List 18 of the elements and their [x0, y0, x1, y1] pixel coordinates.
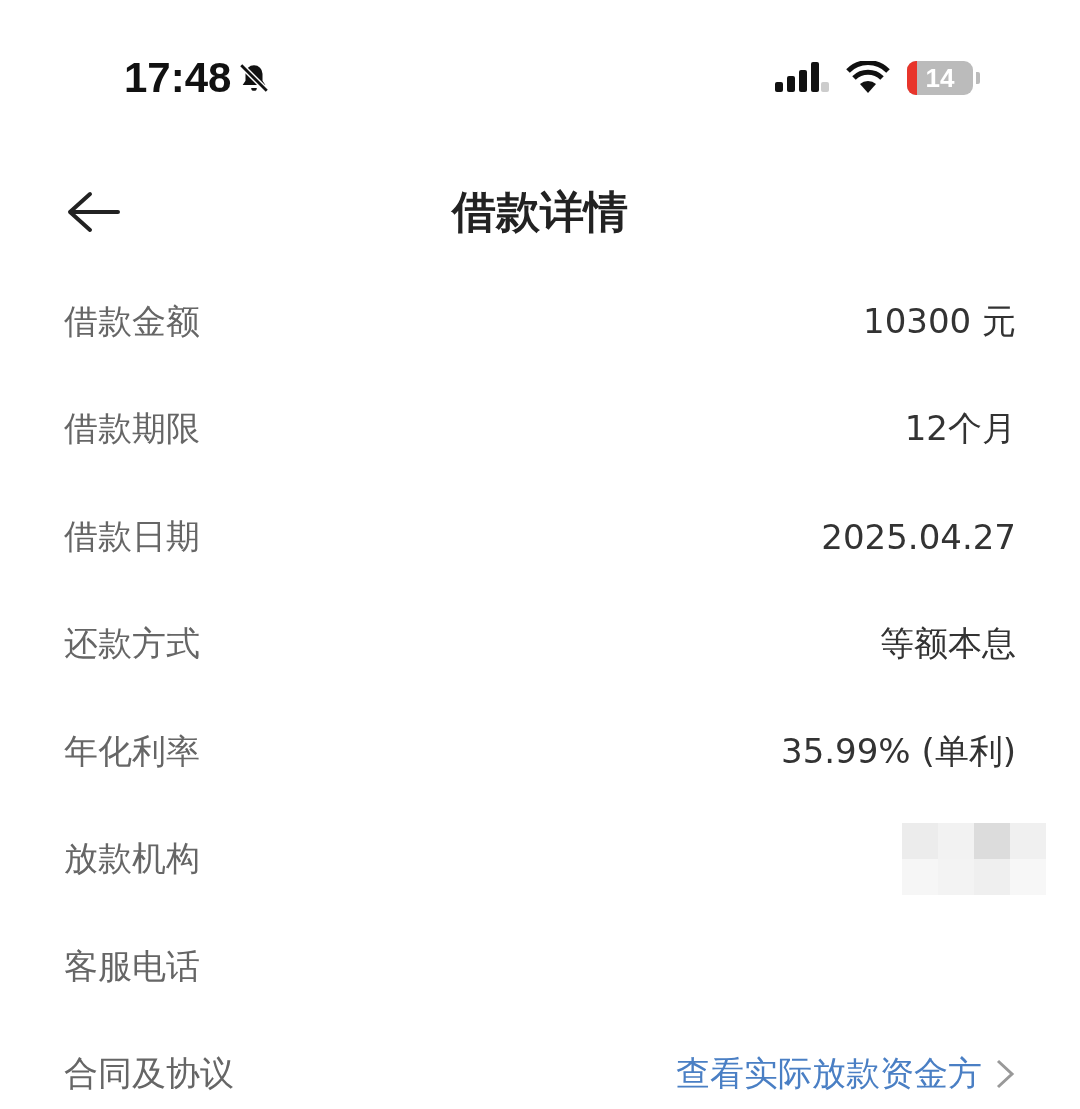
field-label: 还款方式: [64, 622, 200, 666]
funder-link[interactable]: 查看实际放款资金方: [676, 1051, 1016, 1098]
field-value: 35.99% (单利): [781, 729, 1016, 773]
field-value: 等额本息: [880, 622, 1016, 666]
field-label: 借款期限: [64, 407, 200, 451]
field-label: 借款日期: [64, 514, 200, 558]
field-label: 放款机构: [64, 837, 200, 881]
field-label: 合同及协议: [64, 1052, 234, 1096]
field-label: 年化利率: [64, 729, 200, 773]
wifi-icon: [845, 61, 891, 95]
field-label: 借款金额: [64, 299, 200, 343]
page-title: 借款详情: [452, 184, 628, 239]
field-value: 10300 元: [863, 299, 1016, 343]
battery-indicator: 14: [907, 61, 980, 95]
clock-time: 17:48: [124, 54, 232, 102]
field-label: 客服电话: [64, 944, 200, 988]
field-value: 12个月: [904, 407, 1016, 451]
field-value: 2025.04.27: [821, 516, 1016, 557]
